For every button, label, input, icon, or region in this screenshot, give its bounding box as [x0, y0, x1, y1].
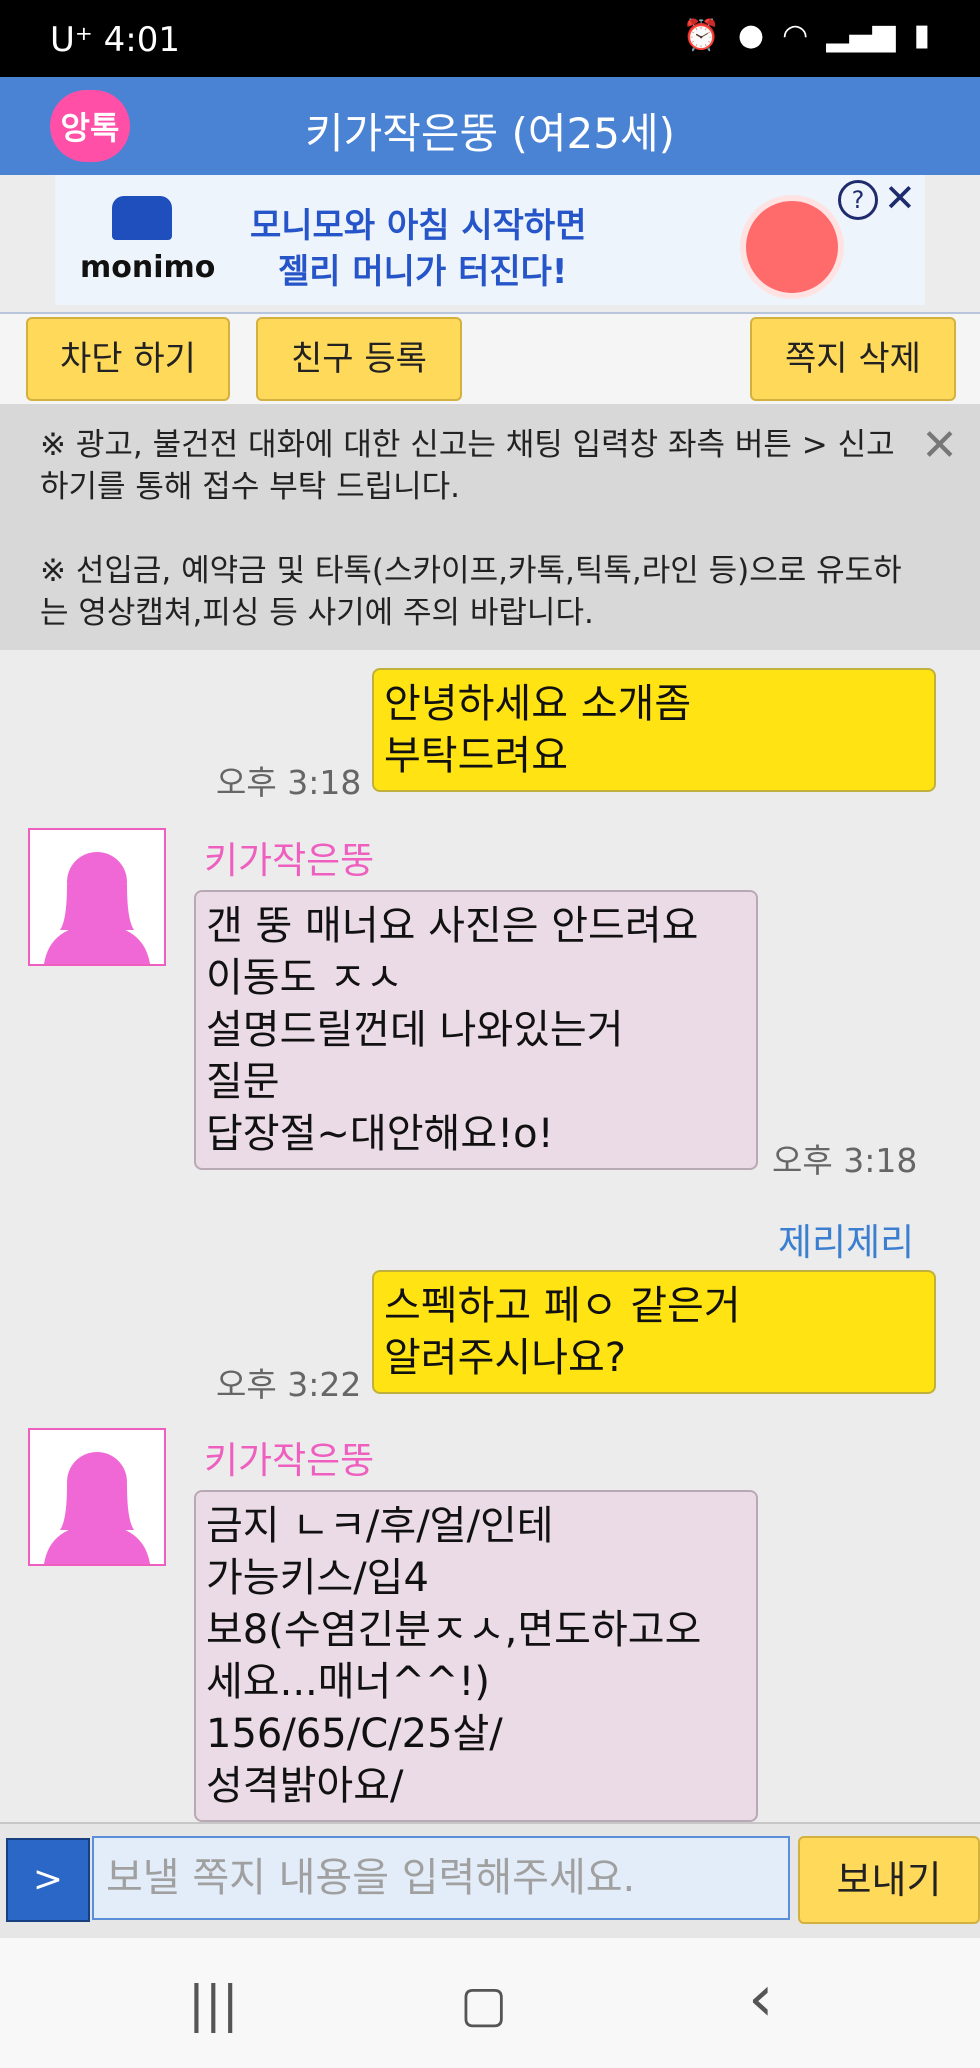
my-name: 제리제리 [778, 1221, 915, 1264]
avatar[interactable] [28, 1428, 166, 1566]
ad-headline-1: 모니모와 아침 시작하면 [250, 206, 587, 246]
warning-notice: ※ 광고, 불건전 대화에 대한 신고는 채팅 입력창 좌측 버튼 > 신고하기… [0, 404, 980, 650]
page-title: 키가작은뚱 (여25세) [304, 109, 676, 158]
add-friend-button[interactable]: 친구 등록 [256, 317, 462, 401]
block-button[interactable]: 차단 하기 [26, 317, 230, 401]
clock: 4:01 [103, 20, 181, 60]
notice-report-text: ※ 광고, 불건전 대화에 대한 신고는 채팅 입력창 좌측 버튼 > 신고하기… [40, 427, 895, 505]
monimo-logo-icon [112, 196, 172, 240]
message-input[interactable] [92, 1836, 790, 1920]
location-icon: ● [737, 18, 765, 53]
sender-name: 키가작은뚱 [204, 1439, 375, 1482]
avatar[interactable] [28, 828, 166, 966]
wifi-icon: ◠ [782, 18, 809, 53]
message-bubble-outgoing: 안녕하세요 소개좀 부탁드려요 [372, 668, 936, 792]
delete-message-button[interactable]: 쪽지 삭제 [750, 317, 956, 401]
alarm-clock-icon [740, 195, 844, 299]
ad-headline-2: 젤리 머니가 터진다! [278, 252, 568, 292]
message-bubble-incoming: 갠 뚱 매너요 사진은 안드려요 이동도 ㅈㅅ 설명드릴껀데 나와있는거 질문 … [194, 890, 758, 1170]
female-avatar-icon [44, 1452, 150, 1564]
home-icon[interactable]: ▢ [460, 1975, 507, 2033]
notice-scam-text: ※ 선입금, 예약금 및 타톡(스카이프,카톡,틱톡,라인 등)으로 유도하는 … [40, 553, 902, 631]
ad-brand: monimo [80, 250, 216, 285]
chat-log[interactable]: 오후 3:18 안녕하세요 소개좀 부탁드려요 키가작은뚱 갠 뚱 매너요 사진… [0, 650, 980, 1822]
message-time: 오후 3:22 [216, 1365, 362, 1404]
female-avatar-icon [44, 852, 150, 964]
send-button[interactable]: 보내기 [798, 1836, 980, 1924]
message-bubble-incoming: 금지 ㄴㅋ/후/얼/인테 가능키스/입4 보8(수염긴분ㅈㅅ,면도하고오 세요.… [194, 1490, 758, 1822]
recent-apps-icon[interactable]: ||| [188, 1975, 239, 2033]
message-time: 오후 3:18 [772, 1141, 918, 1180]
carrier-label: U⁺ [50, 20, 93, 60]
sender-name: 키가작은뚱 [204, 839, 375, 882]
battery-icon: ▮ [913, 18, 930, 53]
ad-info-icon[interactable]: ? [838, 180, 878, 220]
notice-close-icon[interactable]: ✕ [921, 420, 958, 471]
ad-close-icon[interactable]: ✕ [884, 176, 916, 220]
message-bubble-outgoing: 스펙하고 페ㅇ 같은거 알려주시나요? [372, 1270, 936, 1394]
status-bar: U⁺ 4:01 ⏰ ● ◠ ▂▄▆ ▮ [0, 0, 980, 77]
message-time: 오후 3:18 [216, 763, 362, 802]
menu-toggle-button[interactable]: > [6, 1838, 90, 1922]
back-icon[interactable]: ‹ [748, 1962, 774, 2036]
alarm-icon: ⏰ [682, 18, 720, 53]
signal-icon: ▂▄▆ [826, 18, 896, 53]
